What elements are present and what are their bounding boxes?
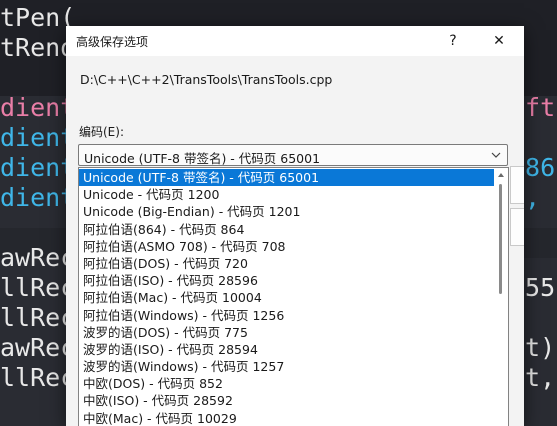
encoding-option[interactable]: 阿拉伯语(DOS) - 代码页 720: [79, 255, 495, 272]
code-line-left: dient: [0, 123, 76, 152]
code-line-left: dient: [0, 183, 76, 212]
encoding-option[interactable]: Unicode (Big-Endian) - 代码页 1201: [79, 203, 495, 220]
encoding-option[interactable]: 波罗的语(DOS) - 代码页 775: [79, 324, 495, 341]
encoding-option[interactable]: Unicode (UTF-8 带签名) - 代码页 65001: [79, 169, 495, 187]
encoding-dropdown-list: Unicode (UTF-8 带签名) - 代码页 65001 Unicode -…: [78, 167, 509, 426]
dropdown-scrollbar[interactable]: [494, 168, 508, 426]
code-line-left: dient: [0, 153, 76, 182]
encoding-option[interactable]: 阿拉伯语(ISO) - 代码页 28596: [79, 272, 495, 289]
help-button[interactable]: ?: [432, 26, 474, 56]
code-line-left: tRend: [0, 33, 76, 62]
encoding-option[interactable]: 波罗的语(ISO) - 代码页 28594: [79, 341, 495, 358]
close-button[interactable]: ✕: [478, 26, 520, 56]
encoding-option[interactable]: 阿拉伯语(Mac) - 代码页 10004: [79, 289, 495, 306]
scrollbar-thumb[interactable]: [499, 184, 502, 294]
code-line-left: tPen(: [0, 3, 76, 32]
encoding-option[interactable]: 阿拉伯语(864) - 代码页 864: [79, 221, 495, 238]
file-path-text: D:\C++\C++2\TransTools\TransTools.cpp: [80, 72, 333, 87]
encoding-label: 编码(E):: [79, 125, 124, 139]
encoding-option[interactable]: 波罗的语(Windows) - 代码页 1257: [79, 358, 495, 375]
chevron-down-icon: [491, 152, 501, 158]
encoding-option[interactable]: 中欧(DOS) - 代码页 852: [79, 375, 495, 392]
code-line-left: dient: [0, 93, 76, 122]
encoding-options: Unicode (UTF-8 带签名) - 代码页 65001 Unicode -…: [79, 169, 495, 426]
encoding-combobox[interactable]: Unicode (UTF-8 带签名) - 代码页 65001: [78, 144, 508, 166]
encoding-option[interactable]: 中欧(Mac) - 代码页 10029: [79, 410, 495, 426]
scroll-up-arrow-icon[interactable]: [498, 173, 504, 177]
close-icon: ✕: [493, 33, 505, 49]
help-icon: ?: [449, 33, 457, 49]
code-line-left: awRec: [0, 243, 76, 272]
encoding-option[interactable]: 阿拉伯语(Windows) - 代码页 1256: [79, 307, 495, 324]
dialog-title: 高级保存选项: [76, 35, 149, 49]
dialog-titlebar: 高级保存选项 ? ✕: [66, 26, 524, 56]
side-button-edge[interactable]: [510, 166, 524, 204]
encoding-combobox-value: Unicode (UTF-8 带签名) - 代码页 65001: [84, 151, 321, 166]
encoding-option[interactable]: Unicode - 代码页 1200: [79, 186, 495, 203]
side-button-edge[interactable]: [510, 208, 524, 246]
encoding-option[interactable]: 阿拉伯语(ASMO 708) - 代码页 708: [79, 238, 495, 255]
encoding-option[interactable]: 中欧(ISO) - 代码页 28592: [79, 392, 495, 409]
